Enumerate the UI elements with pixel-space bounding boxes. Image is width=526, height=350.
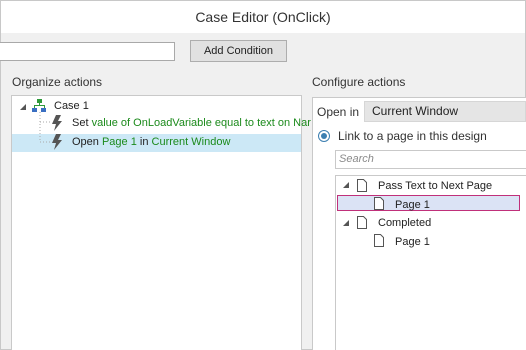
collapse-triangle-icon[interactable] (343, 220, 349, 226)
collapse-triangle-icon[interactable] (343, 182, 349, 188)
action-set-variable[interactable]: Set value of OnLoadVariable equal to tex… (72, 117, 311, 135)
action-open-target: Current Window (151, 136, 231, 148)
page-item-page-1-selected[interactable]: Page 1 (395, 199, 430, 217)
page-item-pass-text[interactable]: Pass Text to Next Page (378, 180, 492, 198)
collapse-triangle-icon[interactable] (20, 104, 26, 110)
condition-name-input[interactable] (0, 42, 175, 61)
page-item-page-1[interactable]: Page 1 (395, 236, 430, 254)
tree-connector (39, 112, 51, 143)
action-set-detail: value of OnLoadVariable equal to text on… (91, 117, 311, 129)
page-search-input[interactable]: Search (335, 150, 526, 169)
action-open-page-name: Page 1 (101, 136, 137, 148)
link-to-page-label[interactable]: Link to a page in this design (338, 129, 487, 143)
page-icon (374, 234, 384, 247)
action-set-prefix: Set (72, 117, 92, 129)
title-bar: Case Editor (OnClick) (1, 1, 525, 33)
open-in-label: Open in (317, 105, 360, 119)
lightning-action-icon (52, 134, 62, 150)
action-open-prefix: Open (72, 136, 102, 148)
configure-actions-heading: Configure actions (312, 75, 406, 89)
page-item-completed[interactable]: Completed (378, 217, 431, 235)
action-open-page[interactable]: Open Page 1 in Current Window (72, 136, 230, 154)
organize-actions-heading: Organize actions (12, 75, 103, 89)
folder-page-icon (357, 216, 367, 229)
action-open-mid: in (136, 136, 152, 148)
add-condition-button[interactable]: Add Condition (190, 40, 287, 62)
page-icon (374, 197, 384, 210)
lightning-action-icon (52, 115, 62, 131)
open-in-select[interactable]: Current Window (364, 101, 526, 122)
case-icon (32, 99, 46, 112)
window-title: Case Editor (OnClick) (195, 9, 331, 25)
organize-actions-tree[interactable]: Case 1 Set value of OnLoadVariable equal… (11, 95, 311, 350)
folder-page-icon (357, 179, 367, 192)
link-to-page-radio[interactable] (318, 130, 330, 142)
